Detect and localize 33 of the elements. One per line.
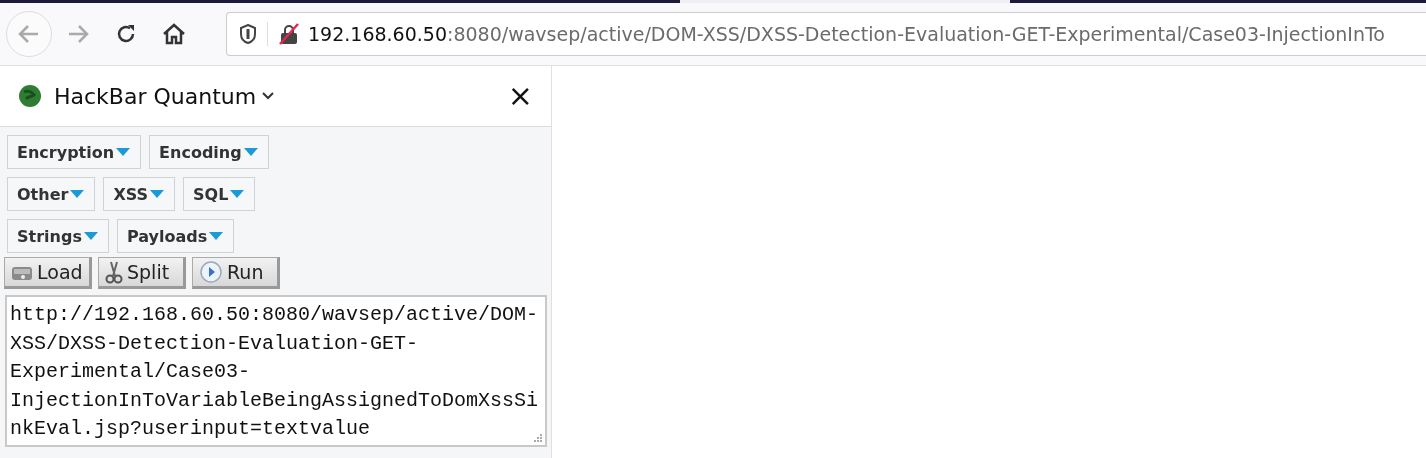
globe-icon xyxy=(18,84,42,108)
scissors-icon xyxy=(105,260,123,284)
load-button[interactable]: Load xyxy=(4,257,92,289)
insecure-lock-icon xyxy=(278,23,300,45)
close-button[interactable]: × xyxy=(507,81,533,111)
dropdown-triangle-icon xyxy=(229,189,246,199)
shield-icon xyxy=(239,24,257,44)
sidebar-title[interactable]: HackBar Quantum xyxy=(54,83,257,109)
url-textarea[interactable]: http://192.168.60.50:8080/wavsep/active/DOM-XSS/DXSS-Detection-Evaluation-GET-Experimental/Case03-InjectionInToVariableBeingAssignedToDomXssSinkEval.jsp?userinput=textvalue xyxy=(5,295,547,447)
menu-dropdown-button[interactable]: Other xyxy=(7,177,96,211)
url-text: 192.168.60.50:8080/wavsep/active/DOM-XSS/DXSS-Detection-Evaluation-GET-Experimental/Case03-InjectionInTo xyxy=(308,23,1385,45)
resize-grip-icon[interactable] xyxy=(533,433,543,443)
dropdown-triangle-icon xyxy=(149,189,166,199)
run-button[interactable]: Run xyxy=(192,257,280,289)
split-button[interactable]: Split xyxy=(98,257,186,289)
menu-dropdown-button[interactable]: Encryption xyxy=(7,135,142,169)
forward-arrow-icon xyxy=(67,24,89,44)
address-bar[interactable]: 192.168.60.50:8080/wavsep/active/DOM-XSS/DXSS-Detection-Evaluation-GET-Experimental/Case03-InjectionInTo xyxy=(226,12,1426,56)
dropdown-triangle-icon xyxy=(82,231,99,241)
menu-dropdown-button[interactable]: Encoding xyxy=(149,135,269,169)
dropdown-triangle-icon xyxy=(115,147,132,157)
dropdown-triangle-icon xyxy=(242,147,259,157)
chevron-down-icon[interactable] xyxy=(262,92,275,100)
dropdown-triangle-icon xyxy=(69,189,86,199)
reload-icon xyxy=(115,23,137,45)
menu-dropdown-button[interactable]: XSS xyxy=(103,177,176,211)
play-icon xyxy=(199,260,223,284)
home-icon xyxy=(162,23,186,45)
menu-dropdown-button[interactable]: Strings xyxy=(7,219,109,253)
back-arrow-icon xyxy=(18,24,40,44)
menu-dropdown-button[interactable]: Payloads xyxy=(116,219,235,253)
dropdown-triangle-icon xyxy=(208,231,225,241)
menu-dropdown-button[interactable]: SQL xyxy=(183,177,256,211)
